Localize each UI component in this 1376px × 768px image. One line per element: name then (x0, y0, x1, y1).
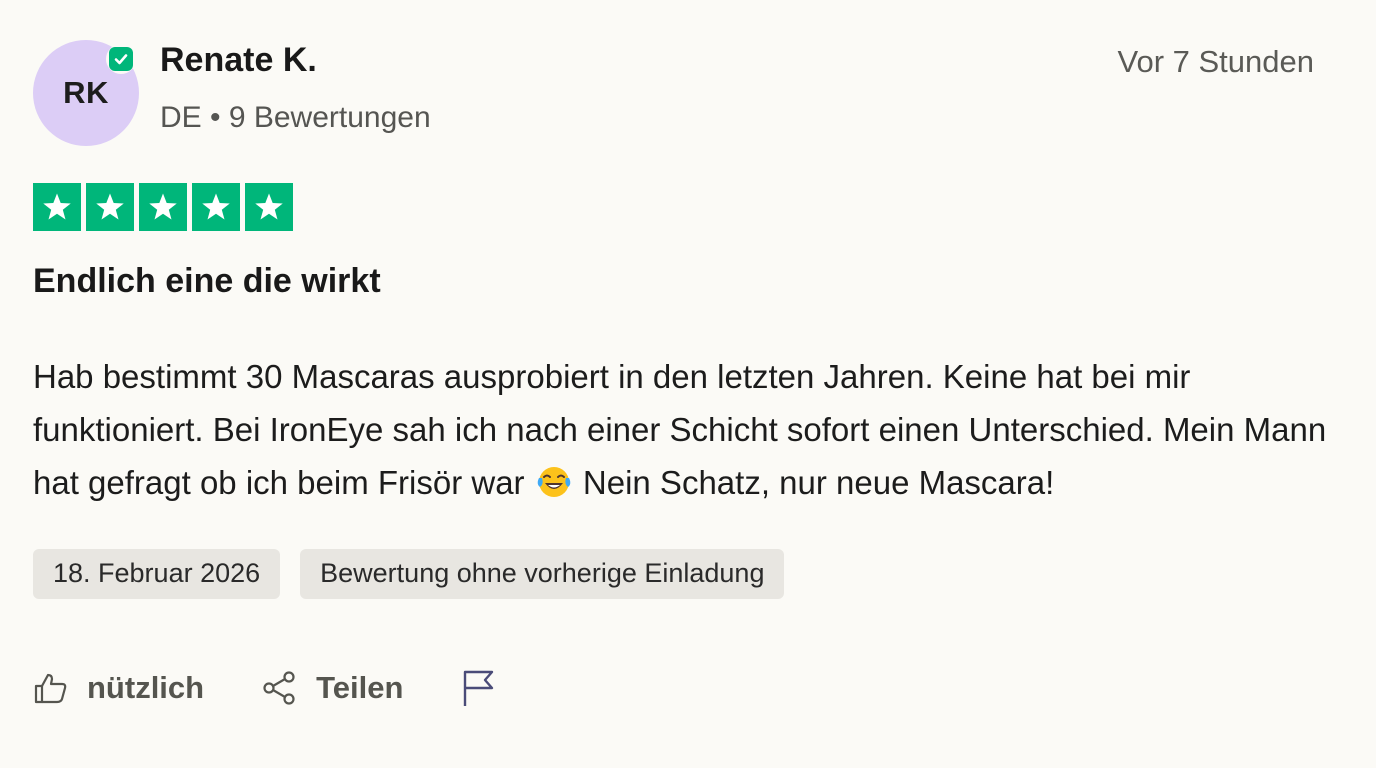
verified-badge (106, 44, 136, 74)
avatar-initials: RK (63, 75, 109, 110)
tears-of-joy-emoji (536, 462, 572, 498)
review-text-end: Nein Schatz, nur neue Mascara! (582, 464, 1055, 501)
star-icon (33, 183, 81, 231)
review-timestamp: Vor 7 Stunden (1117, 44, 1315, 79)
verified-check-icon (109, 47, 133, 71)
flag-icon (461, 668, 497, 708)
review-body: Hab bestimmt 30 Mascaras ausprobiert in … (33, 350, 1353, 509)
invitation-status-tag: Bewertung ohne vorherige Einladung (300, 549, 785, 599)
reviewer-meta: DE • 9 Bewertungen (160, 101, 431, 134)
star-icon (86, 183, 134, 231)
review-title: Endlich eine die wirkt (33, 262, 381, 300)
review-tags: 18. Februar 2026 Bewertung ohne vorherig… (33, 549, 785, 599)
useful-label: nützlich (87, 670, 205, 705)
report-button[interactable] (461, 668, 497, 708)
review-actions: nützlich Teilen (33, 668, 497, 708)
star-icon (245, 183, 293, 231)
share-button[interactable]: Teilen (262, 670, 403, 706)
star-icon (139, 183, 187, 231)
review-date-tag: 18. Februar 2026 (33, 549, 281, 599)
share-icon (262, 670, 298, 706)
star-rating (33, 183, 293, 231)
useful-button[interactable]: nützlich (33, 670, 204, 706)
share-label: Teilen (316, 670, 404, 705)
star-icon (192, 183, 240, 231)
reviewer-name[interactable]: Renate K. (160, 41, 317, 80)
thumbs-up-icon (33, 670, 69, 706)
